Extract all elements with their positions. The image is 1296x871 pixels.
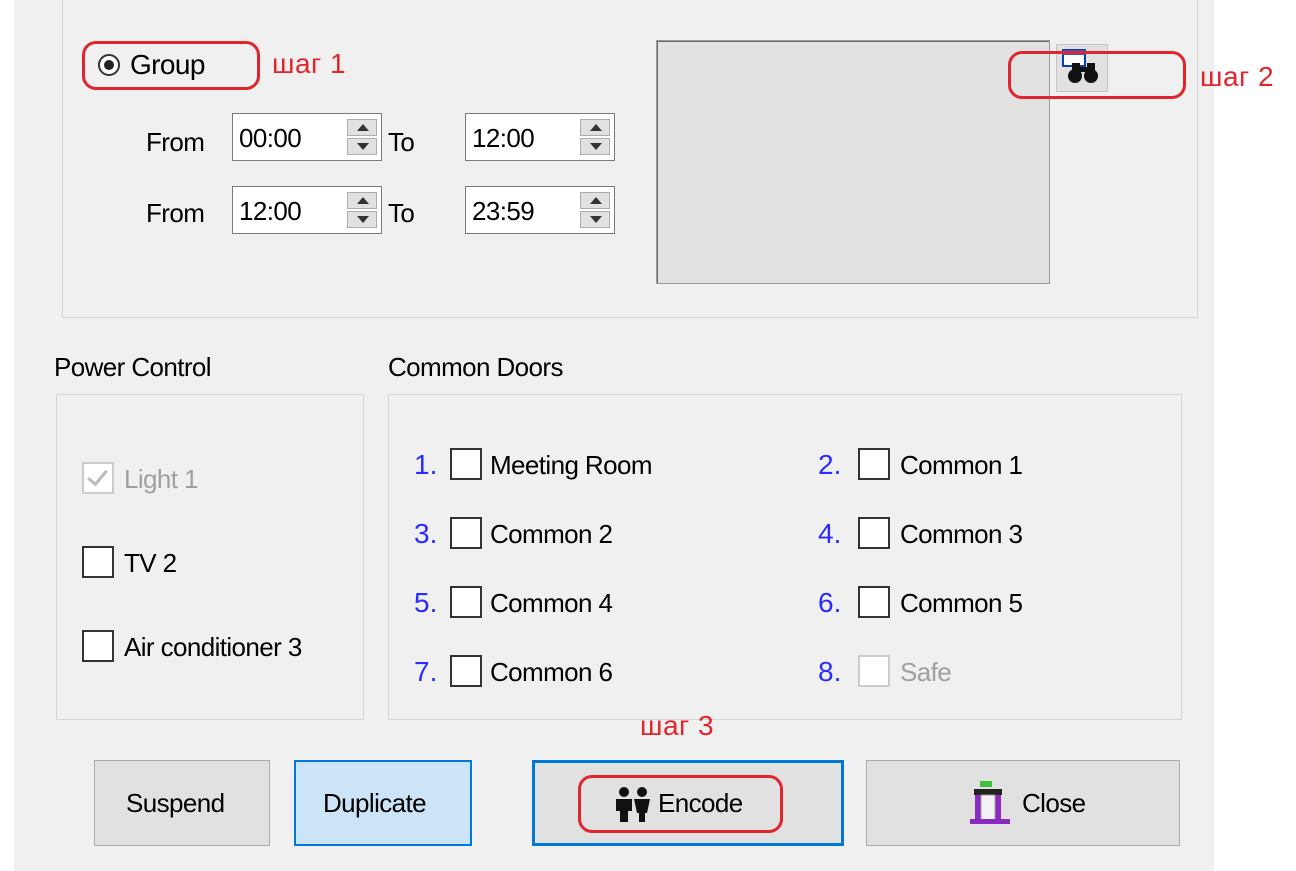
door-number-6: 6.: [818, 587, 842, 618]
step1-annotation: шаг 1: [272, 48, 347, 79]
door-number-5: 5.: [414, 587, 438, 618]
door-number-3: 3.: [414, 518, 438, 549]
light-1-checkbox[interactable]: [82, 462, 114, 494]
step2-highlight-box: [1008, 51, 1186, 99]
tv-2-checkbox[interactable]: [82, 546, 114, 578]
door-1-label: Meeting Room: [490, 450, 652, 480]
to-time-value-1: 12:00: [472, 123, 535, 153]
door-3-checkbox[interactable]: [450, 517, 482, 549]
door-6-checkbox[interactable]: [858, 586, 890, 618]
spin-up-button[interactable]: [580, 119, 610, 136]
spin-up-button[interactable]: [580, 192, 610, 209]
door-number-4: 4.: [818, 518, 842, 549]
group-list-box[interactable]: [656, 40, 1050, 284]
arrow-up-icon: [357, 124, 369, 131]
step3-highlight-box: [578, 775, 783, 833]
to-time-value-2: 23:59: [472, 196, 535, 226]
from-time-spinner-2[interactable]: 12:00: [232, 186, 382, 234]
from-time-spinner-1[interactable]: 00:00: [232, 113, 382, 161]
arrow-down-icon: [357, 143, 369, 150]
door-3-label: Common 2: [490, 519, 613, 549]
arrow-up-icon: [357, 197, 369, 204]
step3-annotation: шаг 3: [640, 710, 715, 741]
step2-annotation: шаг 2: [1200, 61, 1275, 92]
door-2-checkbox[interactable]: [858, 448, 890, 480]
to-label-1: To: [388, 127, 415, 157]
door-7-label: Common 6: [490, 657, 613, 687]
spin-down-button[interactable]: [580, 138, 610, 155]
step1-highlight-box: [82, 41, 260, 90]
checkmark-icon: [87, 464, 108, 487]
encoder-dialog: Group From 00:00 To 12:00 From 12:00 To …: [14, 0, 1214, 871]
arrow-up-icon: [590, 124, 602, 131]
duplicate-button-label: Duplicate: [323, 788, 427, 818]
to-label-2: To: [388, 198, 415, 228]
air-conditioner-3-label: Air conditioner 3: [124, 632, 302, 662]
arrow-down-icon: [357, 216, 369, 223]
to-time-spinner-2[interactable]: 23:59: [465, 186, 615, 234]
tv-2-label: TV 2: [124, 548, 177, 578]
suspend-button-label: Suspend: [126, 788, 225, 818]
door-7-checkbox[interactable]: [450, 655, 482, 687]
arrow-down-icon: [590, 216, 602, 223]
exit-door-icon: [970, 781, 1010, 824]
power-control-title: Power Control: [54, 352, 212, 382]
air-conditioner-3-checkbox[interactable]: [82, 630, 114, 662]
door-8-label: Safe: [900, 657, 952, 687]
light-1-label: Light 1: [124, 464, 198, 494]
spin-down-button[interactable]: [347, 138, 377, 155]
close-button-label: Close: [1022, 788, 1086, 818]
door-4-checkbox[interactable]: [858, 517, 890, 549]
door-5-label: Common 4: [490, 588, 613, 618]
common-doors-title: Common Doors: [388, 352, 563, 382]
door-number-8: 8.: [818, 656, 842, 687]
spin-down-button[interactable]: [347, 211, 377, 228]
door-8-checkbox[interactable]: [858, 655, 890, 687]
from-label-2: From: [146, 198, 205, 228]
door-2-label: Common 1: [900, 450, 1023, 480]
door-6-label: Common 5: [900, 588, 1023, 618]
spin-down-button[interactable]: [580, 211, 610, 228]
arrow-down-icon: [590, 143, 602, 150]
door-1-checkbox[interactable]: [450, 448, 482, 480]
from-label-1: From: [146, 127, 205, 157]
spin-up-button[interactable]: [347, 192, 377, 209]
to-time-spinner-1[interactable]: 12:00: [465, 113, 615, 161]
door-number-1: 1.: [414, 449, 438, 480]
close-button[interactable]: Close: [866, 760, 1180, 846]
door-number-2: 2.: [818, 449, 842, 480]
door-number-7: 7.: [414, 656, 438, 687]
door-5-checkbox[interactable]: [450, 586, 482, 618]
spin-up-button[interactable]: [347, 119, 377, 136]
duplicate-button[interactable]: Duplicate: [294, 760, 472, 846]
from-time-value-1: 00:00: [239, 123, 302, 153]
arrow-up-icon: [590, 197, 602, 204]
door-4-label: Common 3: [900, 519, 1023, 549]
suspend-button[interactable]: Suspend: [94, 760, 270, 846]
from-time-value-2: 12:00: [239, 196, 302, 226]
